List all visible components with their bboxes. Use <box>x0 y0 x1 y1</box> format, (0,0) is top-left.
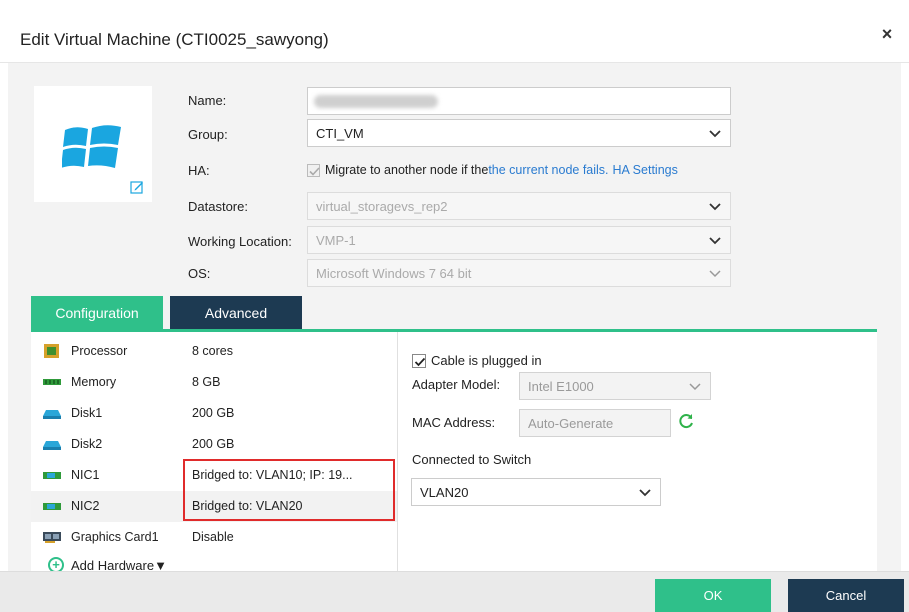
chevron-down-icon <box>639 489 651 497</box>
hardware-name: Disk1 <box>71 406 103 420</box>
edit-vm-dialog: Edit Virtual Machine (CTI0025_sawyong) ×… <box>0 0 909 612</box>
name-input[interactable] <box>307 87 731 115</box>
os-label: OS: <box>188 266 211 281</box>
ha-option: Migrate to another node if the the curre… <box>307 163 678 177</box>
adapter-select[interactable]: Intel E1000 <box>519 372 711 400</box>
hardware-value: 200 GB <box>192 406 235 420</box>
disk-icon <box>43 410 61 419</box>
ha-settings-link[interactable]: HA Settings <box>613 163 678 177</box>
hardware-row-disk1[interactable]: Disk1 200 GB <box>31 398 397 429</box>
adapter-value: Intel E1000 <box>528 379 594 394</box>
hardware-list: Processor 8 cores Memory 8 GB Disk1 200 … <box>31 332 397 571</box>
name-redaction <box>314 95 438 108</box>
hardware-name: NIC2 <box>71 499 100 513</box>
datastore-value: virtual_storagevs_rep2 <box>316 199 448 214</box>
mac-input[interactable]: Auto-Generate <box>519 409 671 437</box>
hardware-name: Disk2 <box>71 437 103 451</box>
mac-label: MAC Address: <box>412 415 496 430</box>
dialog-titlebar: Edit Virtual Machine (CTI0025_sawyong) × <box>0 0 909 63</box>
hardware-name: Graphics Card1 <box>71 530 159 544</box>
os-select[interactable]: Microsoft Windows 7 64 bit <box>307 259 731 287</box>
refresh-icon[interactable] <box>677 412 695 430</box>
hardware-value: Disable <box>192 530 234 544</box>
memory-icon <box>43 379 61 385</box>
ha-checkbox[interactable] <box>307 163 320 177</box>
location-value: VMP-1 <box>316 233 356 248</box>
dialog-footer <box>0 571 909 612</box>
hardware-name: Processor <box>71 344 128 358</box>
check-icon <box>309 166 320 176</box>
adapter-label: Adapter Model: <box>412 377 501 392</box>
location-select[interactable]: VMP-1 <box>307 226 731 254</box>
cancel-button[interactable]: Cancel <box>788 579 904 612</box>
chevron-down-icon <box>709 203 721 211</box>
cable-label: Cable is plugged in <box>431 353 542 368</box>
dialog-title: Edit Virtual Machine (CTI0025_sawyong) <box>20 30 329 49</box>
cpu-icon <box>44 344 59 358</box>
group-label: Group: <box>188 127 228 142</box>
edit-icon[interactable] <box>130 180 144 194</box>
chevron-down-icon <box>709 270 721 278</box>
switch-select[interactable]: VLAN20 <box>411 478 661 506</box>
hardware-name: Memory <box>71 375 117 389</box>
windows-logo-icon <box>62 125 121 168</box>
switch-label: Connected to Switch <box>412 452 532 467</box>
hardware-row-processor[interactable]: Processor 8 cores <box>31 336 397 367</box>
nic-icon <box>43 503 61 510</box>
graphics-card-icon <box>43 532 61 543</box>
hardware-value: 8 GB <box>192 375 221 389</box>
datastore-label: Datastore: <box>188 199 248 214</box>
hardware-value: 200 GB <box>192 437 235 451</box>
disk-icon <box>43 441 61 450</box>
hardware-value: 8 cores <box>192 344 233 358</box>
check-icon <box>414 357 426 366</box>
hardware-row-graphics-card1[interactable]: Graphics Card1 Disable <box>31 522 397 553</box>
ha-label: HA: <box>188 163 210 178</box>
chevron-down-icon <box>709 130 721 138</box>
chevron-down-icon <box>689 383 701 391</box>
cable-plugged-option: Cable is plugged in <box>412 353 542 368</box>
datastore-select[interactable]: virtual_storagevs_rep2 <box>307 192 731 220</box>
tab-configuration[interactable]: Configuration <box>31 296 163 330</box>
switch-value: VLAN20 <box>420 485 469 500</box>
chevron-down-icon <box>709 237 721 245</box>
ha-node-link[interactable]: the current node fails. <box>488 163 608 177</box>
name-label: Name: <box>188 93 227 108</box>
ha-text: Migrate to another node if the <box>325 163 489 177</box>
ok-button[interactable]: OK <box>655 579 771 612</box>
cable-checkbox[interactable] <box>412 353 426 368</box>
hardware-row-memory[interactable]: Memory 8 GB <box>31 367 397 398</box>
os-value: Microsoft Windows 7 64 bit <box>316 266 472 281</box>
highlight-box <box>183 459 395 521</box>
location-label: Working Location: <box>188 234 292 249</box>
close-button[interactable]: × <box>877 24 897 44</box>
hardware-row-disk2[interactable]: Disk2 200 GB <box>31 429 397 460</box>
group-select[interactable]: CTI_VM <box>307 119 731 147</box>
nic-icon <box>43 472 61 479</box>
group-value: CTI_VM <box>316 126 364 141</box>
hardware-name: NIC1 <box>71 468 100 482</box>
tab-advanced[interactable]: Advanced <box>170 296 302 330</box>
os-icon-box <box>34 86 152 202</box>
